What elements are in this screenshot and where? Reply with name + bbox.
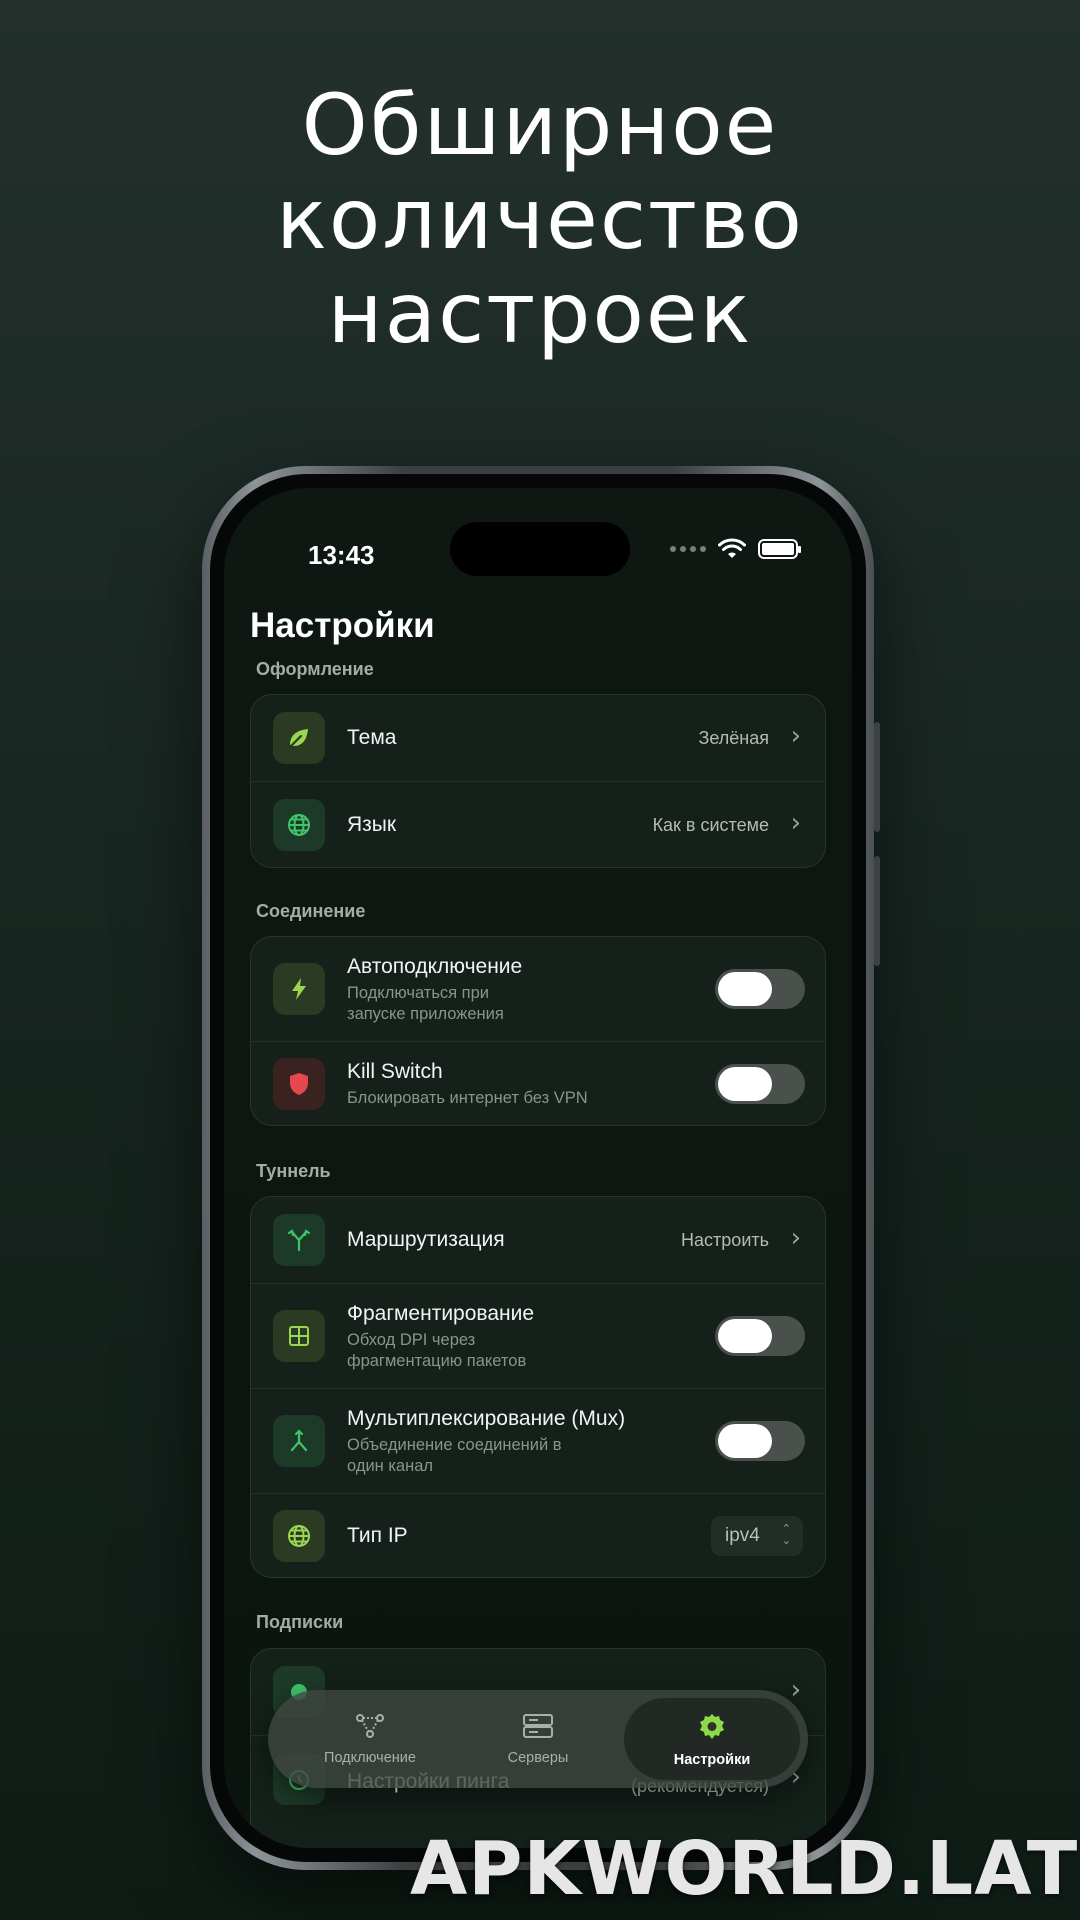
card-appearance: Тема Зелёная › Язык Как в системе › (250, 694, 826, 868)
subtitle-line: Подключаться при (347, 984, 490, 1002)
watermark: APKWORLD.LAT (410, 1826, 1079, 1912)
signal-icon (670, 546, 706, 552)
tab-settings-label: Настройки (673, 1752, 751, 1768)
tab-servers[interactable]: Серверы (450, 1690, 626, 1788)
bolt-icon (273, 963, 325, 1015)
row-theme-title: Тема (347, 726, 397, 749)
grid-icon (273, 1310, 325, 1362)
ip-type-select-value: ipv4 (725, 1525, 760, 1546)
wifi-icon (718, 538, 746, 558)
row-fragmentation-subtitle: Обход DPI через фрагментацию пакетов (347, 1330, 617, 1372)
subtitle-line: Объединение соединений в (347, 1436, 562, 1454)
row-fragmentation-title: Фрагментирование (347, 1302, 535, 1325)
globe-icon (273, 799, 325, 851)
app-screen: 13:43 Настройки Оформление Тема Зелёная … (224, 488, 852, 1848)
headline: Обширное количество настроек (0, 78, 1080, 360)
section-label-tunnel: Туннель (256, 1161, 331, 1181)
headline-line-3: настроек (327, 264, 753, 362)
row-kill-switch-subtitle: Блокировать интернет без VPN (347, 1089, 588, 1107)
row-routing-value: Настроить (681, 1230, 769, 1250)
row-routing[interactable]: Маршрутизация Настроить › (251, 1197, 825, 1284)
row-language-value: Как в системе (652, 815, 769, 835)
updown-chevron-icon: ⌃ ⌄ (781, 1523, 791, 1547)
ip-type-select[interactable]: ipv4 ⌃ ⌄ (711, 1516, 803, 1556)
card-connection: Автоподключение Подключаться при запуске… (250, 936, 826, 1126)
subtitle-line: запуске приложения (347, 1005, 504, 1023)
chevron-right-icon: › (790, 1223, 801, 1253)
toggle-knob (718, 1319, 772, 1353)
merge-icon (273, 1415, 325, 1467)
subtitle-line: фрагментацию пакетов (347, 1352, 527, 1370)
toggle-knob (718, 1424, 772, 1458)
page-title: Настройки (250, 606, 435, 645)
phone-side-button (874, 856, 880, 966)
kill-switch-toggle[interactable] (715, 1064, 805, 1104)
tab-connection-label: Подключение (324, 1750, 416, 1766)
row-theme[interactable]: Тема Зелёная › (251, 695, 825, 782)
toggle-knob (718, 972, 772, 1006)
row-theme-value: Зелёная (698, 728, 770, 748)
server-icon (450, 1712, 626, 1742)
headline-line-2: количество (276, 170, 804, 268)
tab-connection[interactable]: Подключение (282, 1690, 458, 1788)
shield-icon (273, 1058, 325, 1110)
battery-icon (758, 539, 801, 559)
card-tunnel: Маршрутизация Настроить › Фрагментирован… (250, 1196, 826, 1578)
row-autoconnect-subtitle: Подключаться при запуске приложения (347, 983, 617, 1025)
toggle-knob (718, 1067, 772, 1101)
row-language[interactable]: Язык Как в системе › (251, 782, 825, 867)
tab-servers-label: Серверы (507, 1750, 569, 1766)
row-mux-title: Мультиплексирование (Mux) (347, 1407, 626, 1430)
section-label-connection: Соединение (256, 901, 366, 921)
row-language-title: Язык (347, 813, 397, 836)
autoconnect-toggle[interactable] (715, 969, 805, 1009)
globe-icon (273, 1510, 325, 1562)
chevron-right-icon: › (790, 721, 801, 751)
subtitle-line: один канал (347, 1457, 434, 1475)
row-mux-subtitle: Объединение соединений в один канал (347, 1435, 617, 1477)
leaf-icon (273, 712, 325, 764)
status-icons (670, 538, 801, 560)
status-time: 13:43 (308, 540, 375, 570)
row-kill-switch-title: Kill Switch (347, 1060, 443, 1083)
row-autoconnect: Автоподключение Подключаться при запуске… (251, 937, 825, 1042)
tab-bar: Подключение Серверы Настройки (268, 1690, 808, 1788)
row-autoconnect-title: Автоподключение (347, 955, 523, 978)
row-routing-title: Маршрутизация (347, 1228, 505, 1251)
row-ip-type-title: Тип IP (347, 1524, 408, 1547)
fragmentation-toggle[interactable] (715, 1316, 805, 1356)
connection-nodes-icon (282, 1712, 458, 1742)
split-route-icon (273, 1214, 325, 1266)
row-mux: Мультиплексирование (Mux) Объединение со… (251, 1389, 825, 1494)
phone-frame: 13:43 Настройки Оформление Тема Зелёная … (202, 466, 880, 1870)
tab-settings[interactable]: Настройки (624, 1690, 800, 1788)
chevron-right-icon: › (790, 808, 801, 838)
row-fragmentation: Фрагментирование Обход DPI через фрагмен… (251, 1284, 825, 1389)
gear-icon (624, 1712, 800, 1742)
headline-line-1: Обширное (301, 76, 779, 174)
phone-side-button (874, 722, 880, 832)
subtitle-line: Обход DPI через (347, 1331, 476, 1349)
mux-toggle[interactable] (715, 1421, 805, 1461)
row-ip-type: Тип IP ipv4 ⌃ ⌄ (251, 1494, 825, 1577)
dynamic-island (450, 522, 630, 576)
section-label-subscriptions: Подписки (256, 1612, 344, 1632)
row-kill-switch: Kill Switch Блокировать интернет без VPN (251, 1042, 825, 1125)
section-label-appearance: Оформление (256, 659, 374, 679)
